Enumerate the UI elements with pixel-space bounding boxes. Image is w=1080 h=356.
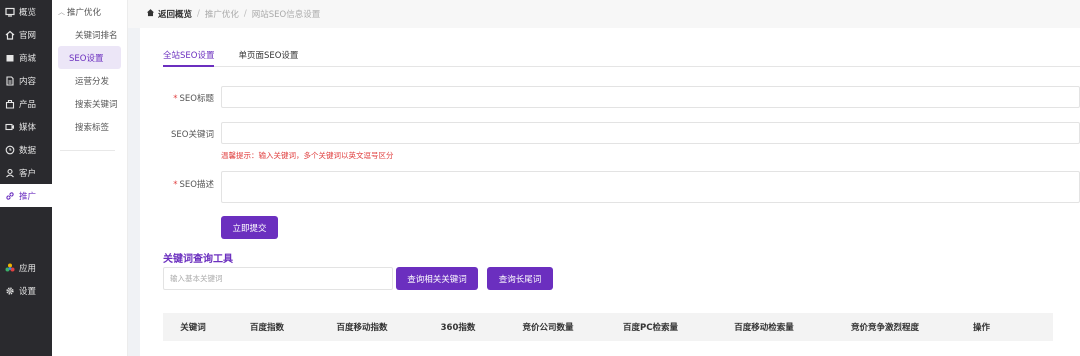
submenu-item-search-tags[interactable]: 搜索标签 (58, 115, 121, 138)
seo-title-input[interactable] (221, 86, 1080, 108)
seo-tabs: 全站SEO设置 单页面SEO设置 (163, 45, 1080, 67)
sidebar-item-overview[interactable]: 概览 (0, 0, 52, 23)
column-header-keyword: 关键词 (180, 323, 206, 333)
clock-icon (5, 145, 15, 155)
promotion-submenu: ︿ 推广优化 关键词排名 SEO设置 运营分发 搜索关键词 搜索标签 (52, 0, 128, 356)
sidebar-item-shop[interactable]: 商城 (0, 46, 52, 69)
sidebar-bottom: 应用 设置 (0, 256, 52, 302)
breadcrumb-item-promotion[interactable]: 推广优化 (205, 8, 239, 20)
submenu-item-keyword-ranking[interactable]: 关键词排名 (58, 23, 121, 46)
breadcrumb-separator: / (197, 9, 200, 19)
submenu-divider (60, 150, 115, 151)
sidebar-item-promotion[interactable]: 推广 (0, 184, 52, 207)
home-icon (5, 30, 15, 40)
breadcrumb-separator: / (243, 9, 247, 19)
column-header-baidu-mobile-index: 百度移动指数 (336, 323, 388, 333)
sidebar-item-data[interactable]: 数据 (0, 138, 52, 161)
link-icon (5, 191, 15, 201)
submenu-group-toggle[interactable]: ︿ 推广优化 (52, 0, 127, 23)
submenu-item-distribution[interactable]: 运营分发 (58, 69, 121, 92)
seo-keywords-input[interactable] (221, 122, 1080, 144)
user-icon (5, 168, 15, 178)
sidebar-item-product[interactable]: 产品 (0, 92, 52, 115)
sidebar-item-settings[interactable]: 设置 (0, 279, 52, 302)
sidebar-item-label: 媒体 (19, 122, 37, 133)
submit-button[interactable]: 立即提交 (221, 216, 278, 239)
sidebar-item-customer[interactable]: 客户 (0, 161, 52, 184)
seo-keywords-label: SEO关键词 (171, 130, 214, 140)
sidebar-item-label: 商城 (19, 53, 37, 64)
breadcrumb-home-link[interactable]: 返回概览 (146, 8, 192, 20)
column-header-baidu-mobile-searches: 百度移动检索量 (734, 323, 794, 333)
sidebar-item-apps[interactable]: 应用 (0, 256, 52, 279)
keyword-search-input[interactable] (163, 267, 393, 290)
column-header-baidu-pc-searches: 百度PC检索量 (623, 323, 678, 333)
seo-description-textarea[interactable] (221, 171, 1080, 203)
submenu-group-label: 推广优化 (67, 7, 102, 18)
column-header-baidu-index: 百度指数 (249, 323, 284, 333)
home-icon (146, 8, 155, 20)
keyword-table-header: 关键词 百度指数 百度移动指数 360指数 竞价公司数量 百度PC检索量 百度移… (163, 313, 1053, 341)
seo-title-label-text: SEO标题 (179, 94, 214, 104)
breadcrumb-item-current: 网站SEO信息设置 (251, 10, 321, 20)
sidebar-item-label: 数据 (19, 145, 37, 156)
query-related-keywords-button[interactable]: 查询相关关键词 (396, 267, 478, 290)
sidebar-item-label: 产品 (19, 99, 37, 110)
column-header-competition-level: 竞价竞争激烈程度 (850, 323, 919, 333)
main-panel: 全站SEO设置 单页面SEO设置 * SEO标题 SEO关键词 温馨提示：输入关键… (140, 28, 1080, 356)
keyword-tool-title: 关键词查询工具 (163, 254, 233, 265)
submenu-item-seo-settings[interactable]: SEO设置 (58, 46, 121, 69)
sidebar-item-label: 概览 (19, 7, 37, 18)
sidebar-item-label: 内容 (19, 76, 37, 87)
seo-description-label: * SEO描述 (154, 178, 214, 190)
sidebar-item-content[interactable]: 内容 (0, 69, 52, 92)
sidebar-item-label: 官网 (19, 30, 37, 41)
sidebar-item-media[interactable]: 媒体 (0, 115, 52, 138)
chevron-up-icon: ︿ (58, 7, 65, 16)
column-header-360-index: 360指数 (440, 323, 476, 333)
breadcrumb-home-label: 返回概览 (158, 10, 193, 20)
sidebar-item-website[interactable]: 官网 (0, 23, 52, 46)
column-header-bidding-companies: 竞价公司数量 (522, 323, 574, 333)
tab-page-seo[interactable]: 单页面SEO设置 (238, 45, 298, 67)
shop-icon (5, 53, 15, 63)
required-mark: * (173, 180, 178, 190)
sidebar-item-label: 客户 (19, 168, 37, 179)
query-longtail-button[interactable]: 查询长尾词 (487, 267, 553, 290)
sidebar-item-label: 推广 (19, 191, 37, 202)
dashboard-icon (5, 7, 15, 17)
seo-title-label: * SEO标题 (154, 92, 214, 104)
document-icon (5, 75, 15, 86)
main-sidebar: 概览 官网 商城 内容 产品 媒体 数据 客户 推广 应用 设置 (0, 0, 52, 356)
sidebar-item-label: 应用 (19, 263, 37, 274)
product-icon (5, 99, 15, 109)
column-header-actions: 操作 (972, 323, 990, 333)
seo-keywords-hint: 温馨提示：输入关键词，多个关键词以英文逗号区分 (221, 151, 394, 160)
sidebar-item-label: 设置 (19, 286, 37, 297)
apps-icon (5, 263, 15, 273)
required-mark: * (173, 94, 178, 104)
breadcrumb: 返回概览 / 推广优化 / 网站SEO信息设置 (128, 0, 1080, 28)
media-icon (5, 122, 15, 132)
seo-description-label-text: SEO描述 (179, 180, 214, 190)
submenu-item-search-keywords[interactable]: 搜索关键词 (58, 92, 121, 115)
gear-icon (5, 286, 15, 296)
tab-site-seo[interactable]: 全站SEO设置 (163, 45, 215, 67)
